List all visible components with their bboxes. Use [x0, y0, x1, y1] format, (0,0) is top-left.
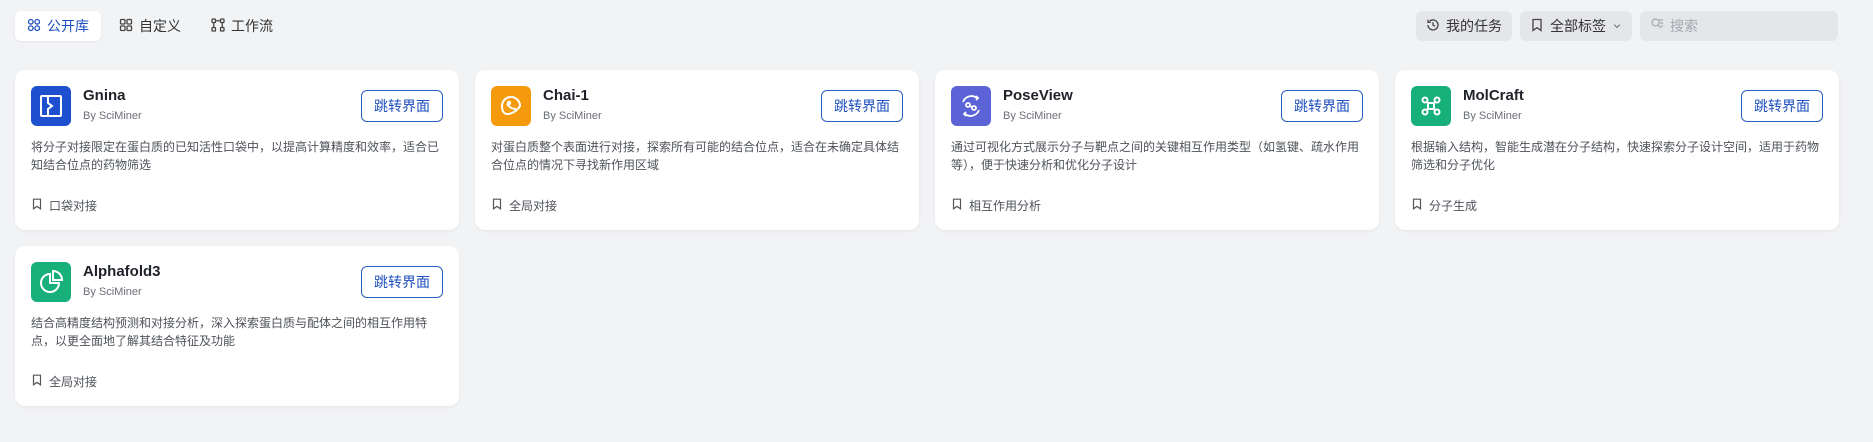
tag-label: 全局对接	[509, 199, 558, 213]
bookmark-icon	[31, 198, 43, 213]
apps-icon	[119, 18, 133, 35]
bookmark-icon	[951, 198, 963, 213]
all-tags-dropdown[interactable]: 全部标签	[1520, 11, 1632, 41]
tool-name: Gnina	[83, 87, 126, 104]
tool-card-alphafold3: Alphafold3 By SciMiner 跳转界面 结合高精度结构预测和对接…	[15, 246, 459, 406]
tag-label: 全局对接	[49, 375, 98, 389]
pocket-icon	[40, 95, 62, 117]
grid-icon	[27, 18, 41, 35]
search-input[interactable]	[1670, 18, 1851, 34]
library-tabs: 公开库 自定义 工作流	[15, 11, 285, 41]
top-bar: 公开库 自定义 工作流 我的任务 全部标签 搜索	[0, 0, 1873, 52]
gnina-logo	[31, 86, 71, 126]
tool-tag[interactable]: 分子生成	[1411, 197, 1477, 214]
poseview-logo	[951, 86, 991, 126]
tag-label: 相互作用分析	[969, 199, 1042, 213]
tool-description: 根据输入结构，智能生成潜在分子结构，快速探索分子设计空间，适用于药物筛选和分子优…	[1411, 140, 1820, 172]
my-tasks-button[interactable]: 我的任务	[1416, 11, 1512, 41]
alphafold3-logo	[31, 262, 71, 302]
tab-label: 公开库	[47, 18, 89, 34]
chai-1-logo	[491, 86, 531, 126]
tool-name: Alphafold3	[83, 263, 161, 280]
tab-public-library[interactable]: 公开库	[15, 11, 101, 41]
tool-tag[interactable]: 相互作用分析	[951, 197, 1041, 214]
bookmark-icon	[31, 374, 43, 389]
my-tasks-label: 我的任务	[1446, 18, 1502, 34]
tool-description: 对蛋白质整个表面进行对接，探索所有可能的结合位点，适合在未确定具体结合位点的情况…	[491, 140, 900, 172]
tool-name: PoseView	[1003, 87, 1073, 104]
tool-author: By SciMiner	[1463, 110, 1522, 122]
tag-label: 口袋对接	[49, 199, 98, 213]
tool-author: By SciMiner	[83, 110, 142, 122]
tool-card-gnina: Gnina By SciMiner 跳转界面 将分子对接限定在蛋白质的已知活性口…	[15, 70, 459, 230]
workflow-icon	[211, 17, 225, 35]
tool-card-molcraft: MolCraft By SciMiner 跳转界面 根据输入结构，智能生成潜在分…	[1395, 70, 1839, 230]
tool-tag[interactable]: 口袋对接	[31, 197, 97, 214]
toolbar: 我的任务 全部标签	[1416, 11, 1851, 41]
molcraft-logo	[1411, 86, 1451, 126]
tool-author: By SciMiner	[1003, 110, 1062, 122]
search-box[interactable]	[1640, 11, 1851, 41]
tool-card-poseview: PoseView By SciMiner 跳转界面 通过可视化方式展示分子与靶点…	[935, 70, 1379, 230]
tool-card-chai-1: Chai-1 By SciMiner 跳转界面 对蛋白质整个表面进行对接，探索所…	[475, 70, 919, 230]
tool-name: MolCraft	[1463, 87, 1524, 104]
interaction-icon	[962, 95, 980, 117]
tag-label: 分子生成	[1429, 199, 1478, 213]
tool-author: By SciMiner	[543, 110, 602, 122]
tab-label: 工作流	[231, 18, 273, 34]
tool-description: 结合高精度结构预测和对接分析，深入探索蛋白质与配体之间的相互作用特点，以更全面地…	[31, 316, 428, 348]
history-icon	[1426, 18, 1440, 35]
bookmark-icon	[1411, 198, 1423, 213]
open-tool-button[interactable]: 跳转界面	[1741, 90, 1823, 122]
open-tool-button[interactable]: 跳转界面	[821, 90, 903, 122]
chevron-down-icon	[1612, 18, 1622, 34]
chai-icon	[500, 95, 522, 116]
molecule-icon	[1421, 96, 1441, 116]
open-tool-button[interactable]: 跳转界面	[1281, 90, 1363, 122]
tool-card-grid: Gnina By SciMiner 跳转界面 将分子对接限定在蛋白质的已知活性口…	[15, 70, 1839, 406]
bookmark-icon	[491, 198, 503, 213]
tab-custom[interactable]: 自定义	[107, 11, 193, 41]
tool-author: By SciMiner	[83, 286, 142, 298]
pie-icon	[40, 269, 64, 293]
tab-label: 自定义	[139, 18, 181, 34]
tab-workflow[interactable]: 工作流	[199, 11, 285, 41]
bookmark-icon	[1530, 18, 1544, 35]
tool-tag[interactable]: 全局对接	[31, 373, 97, 390]
open-tool-button[interactable]: 跳转界面	[361, 266, 443, 298]
all-tags-label: 全部标签	[1550, 18, 1606, 34]
tool-description: 通过可视化方式展示分子与靶点之间的关键相互作用类型（如氢键、疏水作用等），便于快…	[951, 140, 1360, 172]
search-icon	[1650, 17, 1664, 36]
tool-description: 将分子对接限定在蛋白质的已知活性口袋中，以提高计算精度和效率，适合已知结合位点的…	[31, 140, 440, 172]
tool-tag[interactable]: 全局对接	[491, 197, 557, 214]
tool-name: Chai-1	[543, 87, 589, 104]
open-tool-button[interactable]: 跳转界面	[361, 90, 443, 122]
